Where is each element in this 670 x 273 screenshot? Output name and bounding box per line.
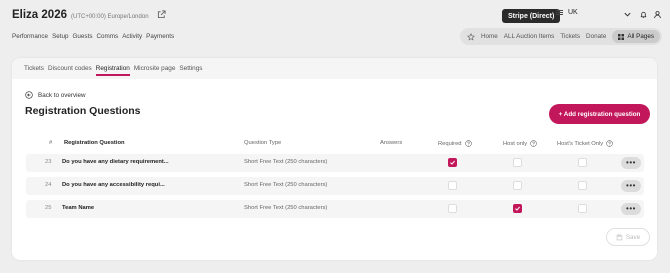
currency-select[interactable]: UK xyxy=(556,9,578,16)
host-only-header-label: Host only xyxy=(503,140,528,147)
page-title: Registration Questions xyxy=(25,105,141,117)
quick-link-home[interactable]: Home xyxy=(481,33,498,40)
user-icon[interactable] xyxy=(653,10,662,19)
chevron-down-icon[interactable] xyxy=(623,10,632,19)
registration-card: Tickets Discount codes Registration Micr… xyxy=(12,58,657,260)
more-options-button[interactable]: ••• xyxy=(621,180,641,192)
main-nav: Performance Setup Guests Comms Activity … xyxy=(12,33,174,40)
host-only-checkbox[interactable] xyxy=(513,181,522,190)
host-ticket-only-checkbox[interactable] xyxy=(578,181,587,190)
grid-icon xyxy=(618,33,625,40)
help-icon[interactable] xyxy=(530,140,537,147)
payment-provider-badge[interactable]: Stripe (Direct) xyxy=(502,9,561,23)
nav-activity[interactable]: Activity xyxy=(122,33,142,40)
quick-link-tickets[interactable]: Tickets xyxy=(560,33,580,40)
row-question-type: Short Free Text (250 characters) xyxy=(244,182,328,188)
host-ticket-only-checkbox[interactable] xyxy=(578,204,587,213)
host-only-checkbox[interactable] xyxy=(513,204,522,213)
nav-comms[interactable]: Comms xyxy=(96,33,118,40)
column-header-host-only: Host only xyxy=(503,140,537,147)
nav-guests[interactable]: Guests xyxy=(73,33,93,40)
all-pages-button[interactable]: All Pages xyxy=(612,30,660,43)
required-header-label: Required xyxy=(438,140,462,147)
help-icon[interactable] xyxy=(464,140,472,147)
host-only-checkbox[interactable] xyxy=(513,158,522,167)
row-question-type: Short Free Text (250 characters) xyxy=(244,159,328,165)
row-number: 23 xyxy=(45,159,52,165)
tabs-bar: Tickets Discount codes Registration Micr… xyxy=(12,58,657,79)
back-to-overview-link[interactable]: Back to overview xyxy=(25,91,86,99)
event-timezone: (UTC+00:00) Europe/London xyxy=(70,14,149,20)
more-options-button[interactable]: ••• xyxy=(621,157,641,169)
nav-setup[interactable]: Setup xyxy=(52,33,68,40)
external-link-icon[interactable] xyxy=(157,10,166,19)
table-row: 23 Do you have any dietary requirement..… xyxy=(26,154,644,172)
checkmark-icon xyxy=(515,206,520,211)
column-header-host-ticket-only: Host's Ticket Only xyxy=(557,140,613,147)
table-row: 25 Team Name Short Free Text (250 charac… xyxy=(26,200,644,218)
column-header-answers: Answers xyxy=(380,140,403,146)
save-button[interactable]: Save xyxy=(606,228,650,246)
tabs: Tickets Discount codes Registration Micr… xyxy=(24,65,202,76)
tab-registration[interactable]: Registration xyxy=(95,65,130,76)
quick-link-auction-items[interactable]: ALL Auction Items xyxy=(504,33,555,40)
bell-icon[interactable] xyxy=(639,10,648,19)
host-ticket-only-checkbox[interactable] xyxy=(578,158,587,167)
row-question-type: Short Free Text (250 characters) xyxy=(244,205,328,211)
column-header-required: Required xyxy=(438,140,472,147)
event-title: Eliza 2026 xyxy=(12,9,67,21)
required-checkbox[interactable] xyxy=(448,158,457,167)
star-icon[interactable] xyxy=(467,32,475,41)
tab-tickets[interactable]: Tickets xyxy=(24,65,44,72)
row-question[interactable]: Do you have any accessibility requi... xyxy=(62,182,165,188)
quick-link-donate[interactable]: Donate xyxy=(586,33,606,40)
nav-payments[interactable]: Payments xyxy=(146,33,174,40)
nav-performance[interactable]: Performance xyxy=(12,33,48,40)
add-registration-question-button[interactable]: + Add registration question xyxy=(549,104,650,124)
tab-discount-codes[interactable]: Discount codes xyxy=(48,65,92,72)
arrow-left-circle-icon xyxy=(25,91,33,99)
row-number: 25 xyxy=(45,205,52,211)
table-row: 24 Do you have any accessibility requi..… xyxy=(26,177,644,195)
save-label: Save xyxy=(625,233,641,241)
tab-settings[interactable]: Settings xyxy=(179,65,202,72)
column-header-question: Registration Question xyxy=(64,140,125,146)
required-checkbox[interactable] xyxy=(448,204,457,213)
save-icon xyxy=(616,234,623,240)
quick-links-bar: Home ALL Auction Items Tickets Donate Al… xyxy=(460,28,662,45)
host-ticket-only-header-label: Host's Ticket Only xyxy=(557,140,604,147)
list-icon xyxy=(556,10,563,15)
event-header: Eliza 2026 (UTC+00:00) Europe/London xyxy=(12,9,166,21)
column-header-type: Question Type xyxy=(244,140,282,146)
currency-value: UK xyxy=(568,9,578,16)
more-options-button[interactable]: ••• xyxy=(621,203,641,215)
column-header-number: # xyxy=(49,140,53,146)
tab-microsite-page[interactable]: Microsite page xyxy=(134,65,176,72)
row-question[interactable]: Team Name xyxy=(62,205,94,211)
back-label: Back to overview xyxy=(38,91,86,99)
required-checkbox[interactable] xyxy=(448,181,457,190)
row-number: 24 xyxy=(45,182,52,188)
checkmark-icon xyxy=(450,160,455,165)
help-icon[interactable] xyxy=(606,140,613,147)
row-question[interactable]: Do you have any dietary requirement... xyxy=(62,159,169,165)
all-pages-label: All Pages xyxy=(627,33,654,40)
